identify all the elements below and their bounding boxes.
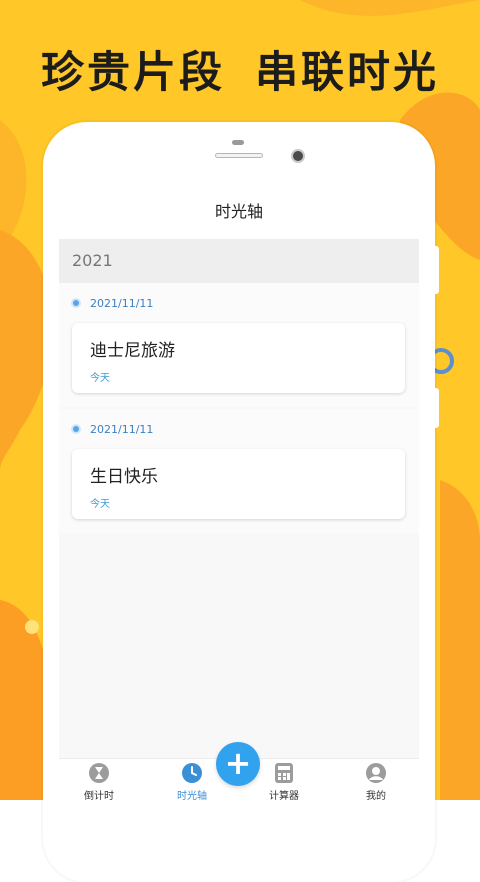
timeline-entry: 2021/11/11 生日快乐 今天 [59,409,419,533]
promo-headline: 珍贵片段 串联时光 [0,38,480,100]
event-card[interactable]: 生日快乐 今天 [72,449,405,519]
hourglass-icon [89,763,109,783]
tab-countdown[interactable]: 倒计时 [64,759,134,800]
add-button[interactable]: + [216,742,260,786]
timeline-dot-icon [73,299,79,306]
headline-right: 串联时光 [255,48,439,98]
phone-side-button [434,388,439,428]
year-header: 2021 [59,239,419,283]
event-day-tag: 今天 [90,499,110,510]
phone-speaker [215,153,263,158]
app-screen: 时光轴 2021 2021/11/11 迪士尼旅游 今天 2021/11/11 … [59,184,419,800]
entry-date: 2021/11/11 [73,423,153,437]
event-card[interactable]: 迪士尼旅游 今天 [72,323,405,393]
entry-date-text: 2021/11/11 [90,297,154,310]
profile-icon [366,763,386,783]
event-day-tag: 今天 [90,373,110,384]
timeline-dot-icon [73,425,79,432]
event-title: 生日快乐 [90,467,158,487]
entry-date: 2021/11/11 [73,297,153,311]
headline-left: 珍贵片段 [41,48,225,98]
tab-label: 倒计时 [84,791,114,800]
phone-camera [291,149,305,163]
phone-side-button [434,246,439,294]
clock-icon [182,763,202,783]
tab-profile[interactable]: 我的 [341,759,411,800]
calculator-icon [275,763,293,783]
tab-label: 计算器 [269,791,299,800]
event-title: 迪士尼旅游 [90,341,175,361]
tab-label: 时光轴 [177,791,207,800]
timeline-entry: 2021/11/11 迪士尼旅游 今天 [59,283,419,407]
plus-icon: + [224,744,252,782]
page-title: 时光轴 [59,184,419,239]
entry-date-text: 2021/11/11 [90,423,154,436]
phone-sensor [232,140,244,145]
tab-label: 我的 [366,791,386,800]
